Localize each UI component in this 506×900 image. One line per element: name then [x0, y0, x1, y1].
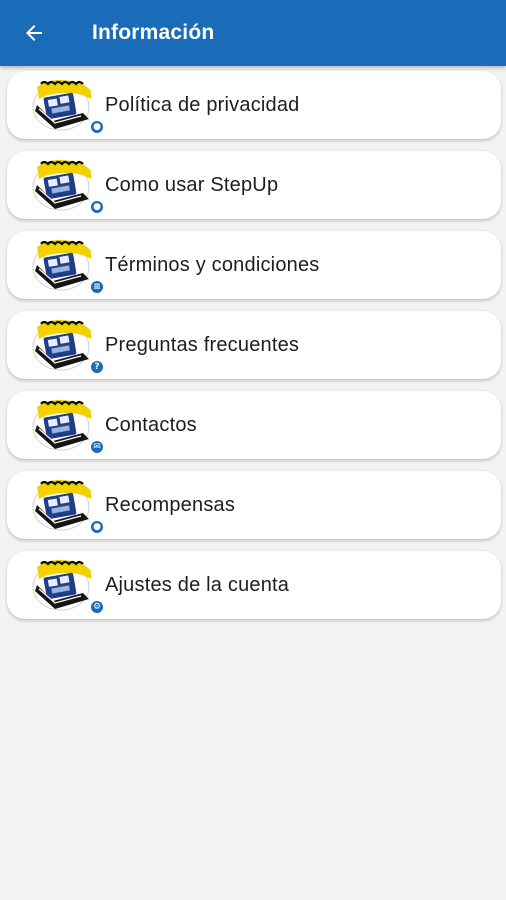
menu-item-faq[interactable]: ? Preguntas frecuentes — [7, 311, 501, 379]
question-icon: ? — [89, 359, 105, 375]
stepup-logo-icon: ● — [31, 155, 105, 217]
menu-item-label: Contactos — [105, 413, 197, 436]
logo-illustration — [32, 559, 91, 611]
document-icon: ≡ — [89, 279, 105, 295]
stepup-logo-icon: ● — [31, 475, 105, 537]
reward-icon: ● — [89, 519, 105, 535]
stepup-logo-icon: ⚙ — [31, 555, 105, 617]
shield-icon: ● — [89, 119, 105, 135]
info-icon: ● — [89, 199, 105, 215]
stepup-logo-icon: ≡ — [31, 235, 105, 297]
menu-item-privacy-policy[interactable]: ● Política de privacidad — [7, 71, 501, 139]
menu-item-label: Como usar StepUp — [105, 173, 279, 196]
menu-item-how-to-use[interactable]: ● Como usar StepUp — [7, 151, 501, 219]
logo-illustration — [32, 79, 91, 131]
stepup-logo-icon: ? — [31, 315, 105, 377]
settings-icon: ⚙ — [89, 599, 105, 615]
stepup-logo-icon: ● — [31, 75, 105, 137]
menu-item-label: Preguntas frecuentes — [105, 333, 300, 356]
menu-item-label: Términos y condiciones — [105, 253, 320, 276]
info-menu-list: ● Política de privacidad ● Como usar Ste… — [7, 71, 501, 631]
menu-item-rewards[interactable]: ● Recompensas — [7, 471, 501, 539]
mail-icon: ✉ — [89, 439, 105, 455]
menu-item-account-settings[interactable]: ⚙ Ajustes de la cuenta — [7, 551, 501, 619]
logo-illustration — [32, 239, 91, 291]
page-title: Información — [92, 21, 215, 44]
logo-illustration — [32, 399, 91, 451]
arrow-left-icon — [26, 25, 42, 41]
menu-item-contacts[interactable]: ✉ Contactos — [7, 391, 501, 459]
logo-illustration — [32, 159, 91, 211]
logo-illustration — [32, 479, 91, 531]
back-button[interactable] — [0, 0, 70, 66]
app-bar: Información — [0, 0, 506, 66]
menu-item-label: Ajustes de la cuenta — [105, 573, 290, 596]
menu-item-terms[interactable]: ≡ Términos y condiciones — [7, 231, 501, 299]
menu-item-label: Recompensas — [105, 493, 236, 516]
stepup-logo-icon: ✉ — [31, 395, 105, 457]
menu-item-label: Política de privacidad — [105, 93, 300, 116]
logo-illustration — [32, 319, 91, 371]
